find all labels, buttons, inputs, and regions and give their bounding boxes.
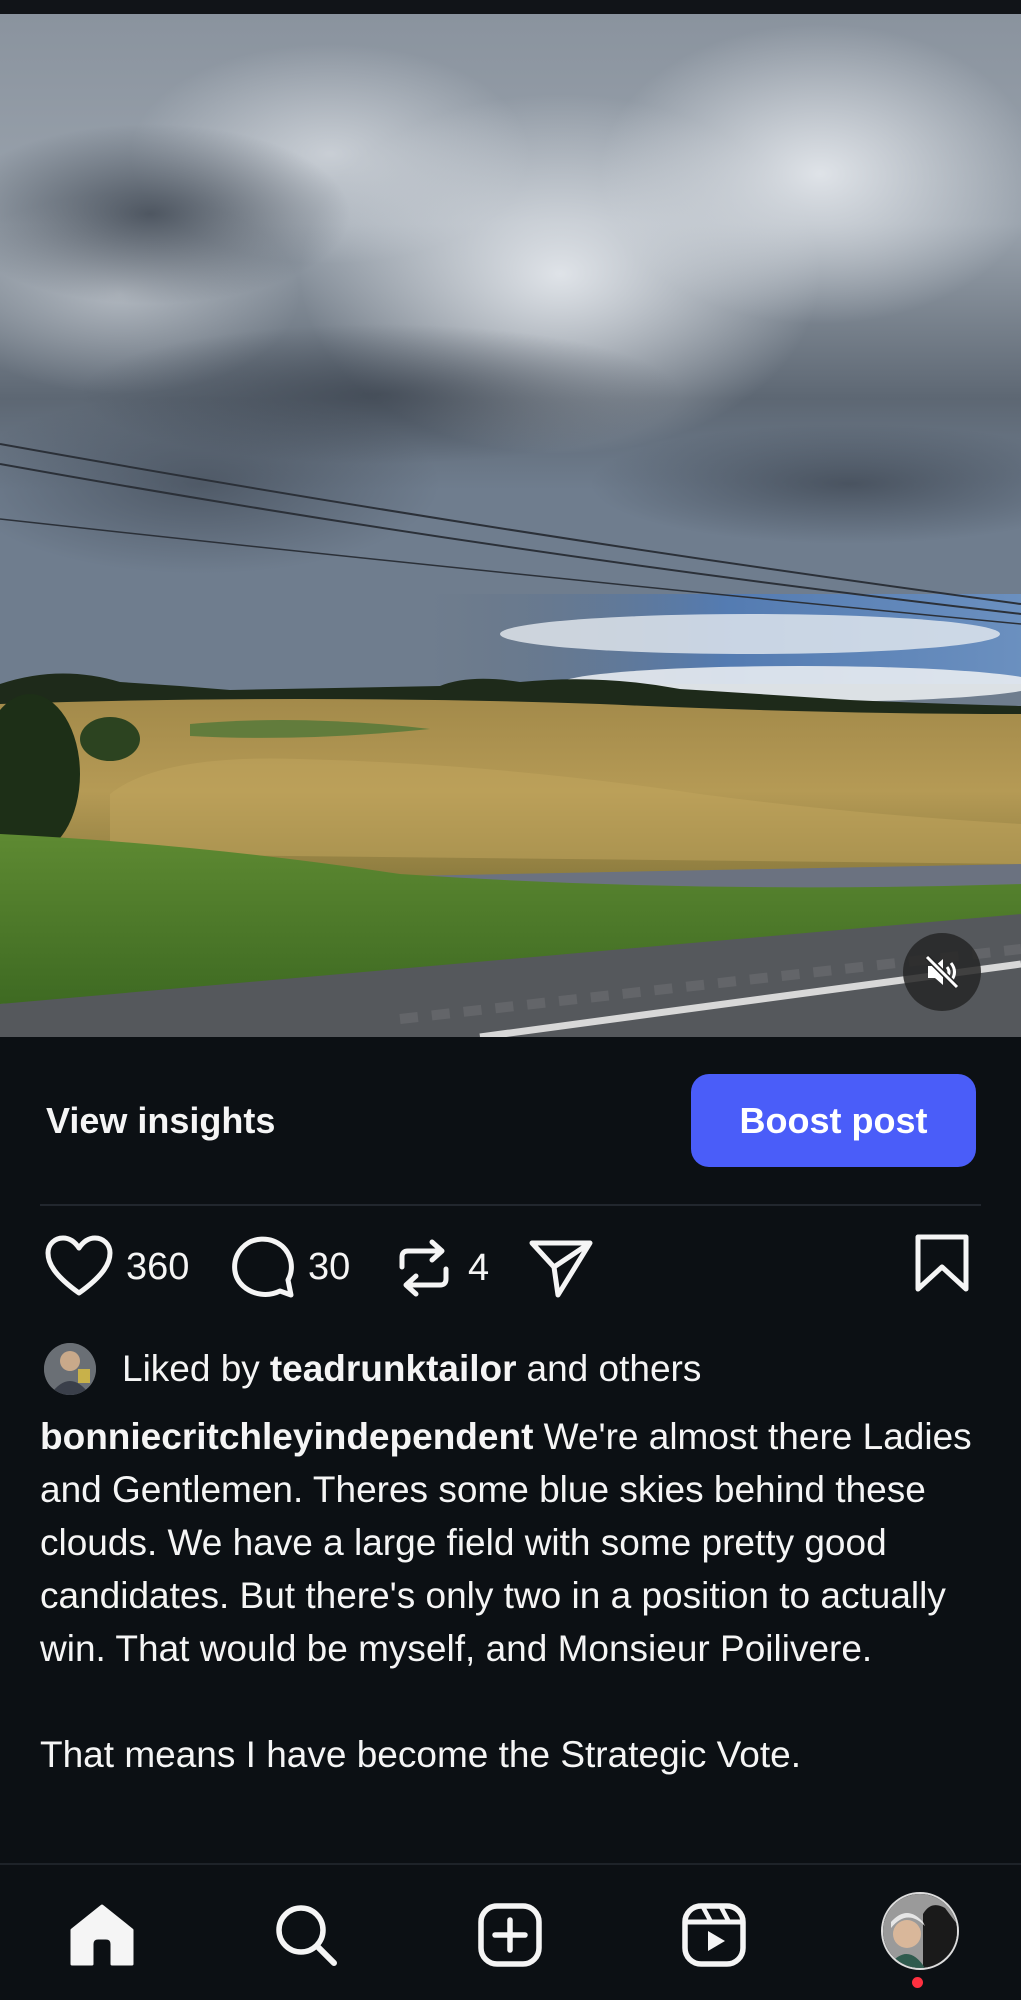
nav-home[interactable] — [62, 1895, 142, 1975]
notification-dot — [912, 1977, 923, 1988]
nav-reels[interactable] — [674, 1895, 754, 1975]
create-icon — [478, 1903, 542, 1967]
comment-bubble-icon — [232, 1236, 294, 1298]
like-count[interactable]: 360 — [126, 1246, 189, 1289]
heart-icon — [45, 1235, 113, 1296]
speaker-muted-icon — [924, 954, 960, 990]
profile-avatar-image — [883, 1894, 957, 1968]
share-action[interactable] — [528, 1237, 594, 1299]
reels-icon — [682, 1903, 746, 1967]
view-insights-link[interactable]: View insights — [46, 1100, 275, 1142]
comment-count[interactable]: 30 — [308, 1246, 350, 1289]
status-strip — [0, 0, 1021, 14]
home-icon — [70, 1904, 134, 1966]
repost-count[interactable]: 4 — [468, 1247, 489, 1290]
liked-by-username[interactable]: teadrunktailor — [270, 1348, 517, 1390]
nav-search[interactable] — [266, 1895, 346, 1975]
nav-profile[interactable] — [880, 1891, 960, 1971]
repost-action[interactable]: 4 — [396, 1237, 489, 1299]
search-icon — [276, 1905, 337, 1966]
bookmark-icon — [915, 1234, 969, 1292]
post-caption: bonniecritchleyindependent We're almost … — [40, 1410, 990, 1781]
liked-by-prefix: Liked by — [122, 1348, 260, 1389]
liked-by-suffix[interactable]: and others — [527, 1348, 702, 1390]
liker-avatar-image — [44, 1343, 96, 1395]
boost-post-button[interactable]: Boost post — [691, 1074, 976, 1167]
send-icon — [529, 1240, 593, 1298]
profile-avatar[interactable] — [881, 1892, 959, 1970]
mute-toggle-button[interactable] — [903, 933, 981, 1011]
landscape-image — [0, 14, 1021, 1037]
caption-author[interactable]: bonniecritchleyindependent — [40, 1416, 533, 1457]
nav-create[interactable] — [470, 1895, 550, 1975]
insights-bar: View insights Boost post — [0, 1037, 1021, 1205]
post-actions-row: 360 30 4 — [0, 1225, 1021, 1315]
repost-icon — [399, 1239, 449, 1297]
comment-action[interactable]: 30 — [230, 1235, 350, 1299]
bottom-navigation — [0, 1865, 1021, 2000]
save-action[interactable] — [914, 1233, 970, 1295]
liker-avatar[interactable] — [44, 1343, 96, 1395]
liked-by-line[interactable]: Liked by teadrunktailor and others — [44, 1341, 701, 1397]
like-action[interactable]: 360 — [44, 1235, 189, 1299]
post-media[interactable] — [0, 14, 1021, 1037]
divider — [40, 1204, 981, 1206]
caption-text: We're almost there Ladies and Gentlemen.… — [40, 1416, 972, 1775]
